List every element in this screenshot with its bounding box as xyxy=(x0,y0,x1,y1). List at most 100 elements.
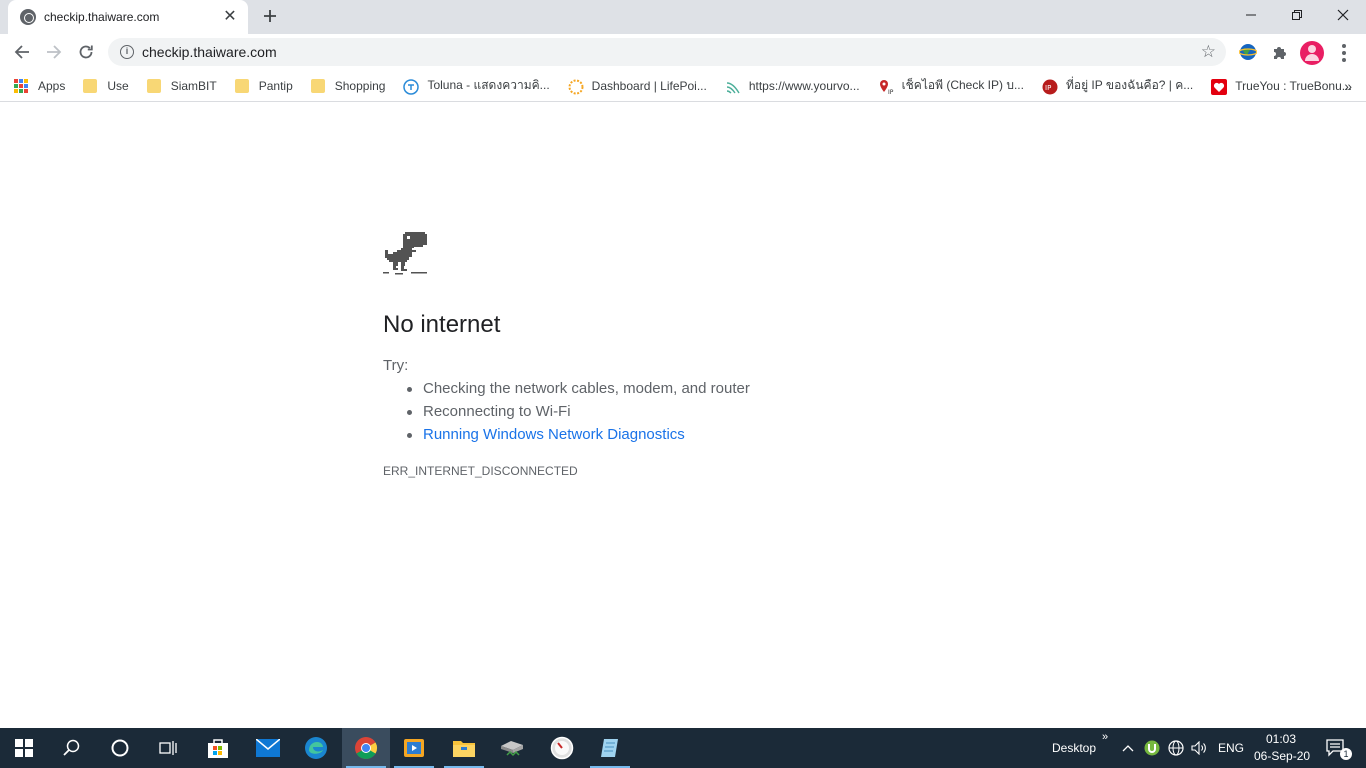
extensions-button[interactable] xyxy=(1270,42,1290,62)
taskbar-media-player[interactable] xyxy=(390,728,438,768)
bookmark-label: Shopping xyxy=(334,78,386,93)
search-icon xyxy=(63,739,80,756)
bookmark-lifepoints[interactable]: Dashboard | LifePoi... xyxy=(568,78,707,94)
bookmark-star-icon[interactable]: ☆ xyxy=(1201,42,1216,62)
cortana-circle-icon xyxy=(111,739,129,757)
reload-icon xyxy=(79,45,93,59)
utorrent-icon xyxy=(1144,740,1160,756)
bookmark-folder-shopping[interactable]: Shopping xyxy=(310,78,386,93)
cortana-button[interactable] xyxy=(96,728,144,768)
suggestion-item: Reconnecting to Wi-Fi xyxy=(407,403,750,426)
lifepoints-icon xyxy=(568,79,584,94)
bookmark-folder-pantip[interactable]: Pantip xyxy=(234,78,293,93)
bookmark-whatismyip[interactable]: IP ที่อยู่ IP ของฉันคือ? | ค... xyxy=(1042,76,1193,95)
taskbar-chrome[interactable] xyxy=(342,728,390,768)
bookmark-label: Toluna - แสดงความคิ... xyxy=(427,78,550,92)
start-button[interactable] xyxy=(0,728,48,768)
restore-button[interactable] xyxy=(1274,0,1320,30)
bookmark-trueyou[interactable]: TrueYou : TrueBonu... xyxy=(1211,78,1352,95)
chrome-menu-icon[interactable] xyxy=(1334,42,1354,64)
bookmark-label: Dashboard | LifePoi... xyxy=(591,78,707,93)
globe-network-icon xyxy=(1168,740,1184,756)
store-bag-icon xyxy=(208,739,228,758)
clock-date[interactable]: 06-Sep-20 xyxy=(1254,749,1310,763)
new-tab-button[interactable] xyxy=(258,5,282,29)
bookmarks-bar: Apps Use SiamBIT Pantip Shopping Toluna … xyxy=(0,70,1366,102)
close-window-button[interactable] xyxy=(1320,0,1366,30)
bookmark-label: เช็คไอพี (Check IP) บ... xyxy=(901,78,1024,92)
bookmark-yourvoice[interactable]: https://www.yourvo... xyxy=(725,78,860,94)
svg-text:IP: IP xyxy=(1045,84,1051,92)
yourvoice-icon xyxy=(725,79,740,94)
bookmark-label: Pantip xyxy=(258,78,293,93)
bookmark-folder-use[interactable]: Use xyxy=(83,78,129,93)
bookmark-label: SiamBIT xyxy=(170,78,217,93)
task-view-button[interactable] xyxy=(144,728,192,768)
notification-count-badge: 1 xyxy=(1340,748,1352,760)
forward-button[interactable] xyxy=(40,38,68,66)
extension-globe-icon[interactable] xyxy=(1238,42,1258,62)
bookmark-label: Use xyxy=(107,78,129,93)
folder-icon xyxy=(83,78,98,93)
globe-icon xyxy=(20,9,36,25)
bookmark-label: Apps xyxy=(38,78,66,93)
search-button[interactable] xyxy=(48,728,96,768)
profile-avatar[interactable] xyxy=(1300,41,1324,65)
close-icon xyxy=(1337,9,1349,21)
back-button[interactable] xyxy=(8,38,36,66)
desktop-toolbar-more-icon[interactable]: » xyxy=(1102,731,1108,743)
tray-utorrent[interactable] xyxy=(1141,728,1163,768)
media-player-icon xyxy=(404,739,424,757)
network-diagnostics-link[interactable]: Running Windows Network Diagnostics xyxy=(407,426,750,449)
action-center-button[interactable]: 1 xyxy=(1318,728,1354,768)
address-bar[interactable]: i checkip.thaiware.com ☆ xyxy=(108,38,1226,66)
show-hidden-icons-button[interactable] xyxy=(1118,728,1138,768)
whatismyip-icon: IP xyxy=(1042,79,1058,94)
folder-icon xyxy=(146,78,161,93)
taskbar-mail[interactable] xyxy=(244,728,292,768)
tray-volume[interactable] xyxy=(1188,728,1210,768)
tray-network[interactable] xyxy=(1165,728,1187,768)
bookmark-folder-siambit[interactable]: SiamBIT xyxy=(146,78,217,93)
url-text[interactable]: checkip.thaiware.com xyxy=(142,44,277,60)
taskbar-network-app[interactable] xyxy=(488,728,536,768)
bookmark-label: https://www.yourvo... xyxy=(748,78,860,93)
bookmark-label: TrueYou : TrueBonu... xyxy=(1235,78,1352,93)
taskbar-speedtest-app[interactable] xyxy=(538,728,586,768)
desktop-toolbar-label[interactable]: Desktop xyxy=(1052,741,1096,755)
plus-icon xyxy=(264,10,276,22)
minimize-icon xyxy=(1246,14,1256,16)
suggestions-list: Checking the network cables, modem, and … xyxy=(407,380,750,449)
chrome-icon xyxy=(355,737,377,759)
reload-button[interactable] xyxy=(72,38,100,66)
folder-icon xyxy=(234,78,249,93)
taskbar-store[interactable] xyxy=(194,728,242,768)
taskbar-notepad-app[interactable] xyxy=(586,728,634,768)
arrow-right-icon xyxy=(47,45,62,59)
tab-strip: checkip.thaiware.com ✕ xyxy=(0,0,1366,34)
svg-text:IP: IP xyxy=(888,89,894,95)
speaker-icon xyxy=(1191,741,1206,755)
browser-toolbar: i checkip.thaiware.com ☆ xyxy=(0,34,1366,70)
close-tab-icon[interactable]: ✕ xyxy=(222,9,238,25)
taskbar-file-explorer[interactable] xyxy=(440,728,488,768)
clock-time[interactable]: 01:03 xyxy=(1266,732,1296,746)
bookmark-checkip[interactable]: IP เช็คไอพี (Check IP) บ... xyxy=(878,76,1024,96)
notepad-icon xyxy=(601,739,618,757)
restore-icon xyxy=(1292,10,1302,20)
bookmark-apps[interactable]: Apps xyxy=(14,78,66,93)
suggestion-item: Checking the network cables, modem, and … xyxy=(407,380,750,403)
more-bookmarks-icon[interactable]: » xyxy=(1344,78,1352,94)
folder-icon xyxy=(310,78,325,93)
browser-tab[interactable]: checkip.thaiware.com ✕ xyxy=(8,0,248,34)
site-info-icon[interactable]: i xyxy=(120,45,134,59)
puzzle-icon xyxy=(1274,47,1286,59)
task-view-icon xyxy=(159,741,177,755)
bookmark-toluna[interactable]: Toluna - แสดงความคิ... xyxy=(403,76,550,95)
edge-browser-icon xyxy=(305,737,327,759)
input-language[interactable]: ENG xyxy=(1218,741,1244,755)
tab-title: checkip.thaiware.com xyxy=(44,10,160,24)
minimize-button[interactable] xyxy=(1228,0,1274,30)
arrow-left-icon xyxy=(14,45,29,59)
taskbar-edge[interactable] xyxy=(292,728,340,768)
